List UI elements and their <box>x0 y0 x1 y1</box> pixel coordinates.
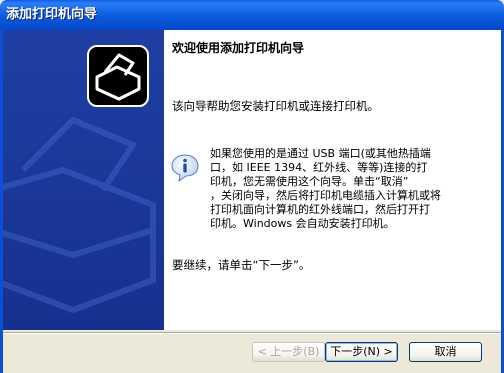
info-line: 印机，您无需使用这个向导。单击“取消” <box>210 175 409 188</box>
info-line: 如果您使用的是通过 USB 端口(或其他热插端 <box>210 147 431 160</box>
info-line: 打印机面向计算机的红外线端口，然后打开打 <box>210 203 430 216</box>
wizard-heading: 欢迎使用添加打印机向导 <box>172 41 305 55</box>
info-message: 如果您使用的是通过 USB 端口(或其他热插端 口，如 IEEE 1394、红外… <box>210 147 490 231</box>
info-line: 印机。Windows 会自动安装打印机。 <box>210 217 395 230</box>
info-line: ，关闭向导，然后将打印机电缆插入计算机或将 <box>210 189 441 202</box>
title-bar[interactable]: 添加打印机向导 <box>0 0 504 30</box>
info-icon <box>171 154 199 183</box>
next-button[interactable]: 下一步(N) > <box>325 342 398 362</box>
window-title: 添加打印机向导 <box>6 7 98 22</box>
wizard-content: 欢迎使用添加打印机向导 该向导帮助您安装打印机或连接打印机。 如果您使用的是通过… <box>164 30 501 330</box>
back-button[interactable]: < 上一步(B) <box>252 342 325 362</box>
button-separator <box>3 332 501 334</box>
continue-instruction: 要继续，请单击“下一步”。 <box>172 258 311 272</box>
cancel-button[interactable]: 取消 <box>409 342 482 362</box>
info-line: 口，如 IEEE 1394、红外线、等等)连接的打 <box>210 161 428 174</box>
wizard-intro: 该向导帮助您安装打印机或连接打印机。 <box>172 99 379 113</box>
wizard-sidebar <box>3 30 164 330</box>
printer-wizard-icon <box>87 45 149 107</box>
